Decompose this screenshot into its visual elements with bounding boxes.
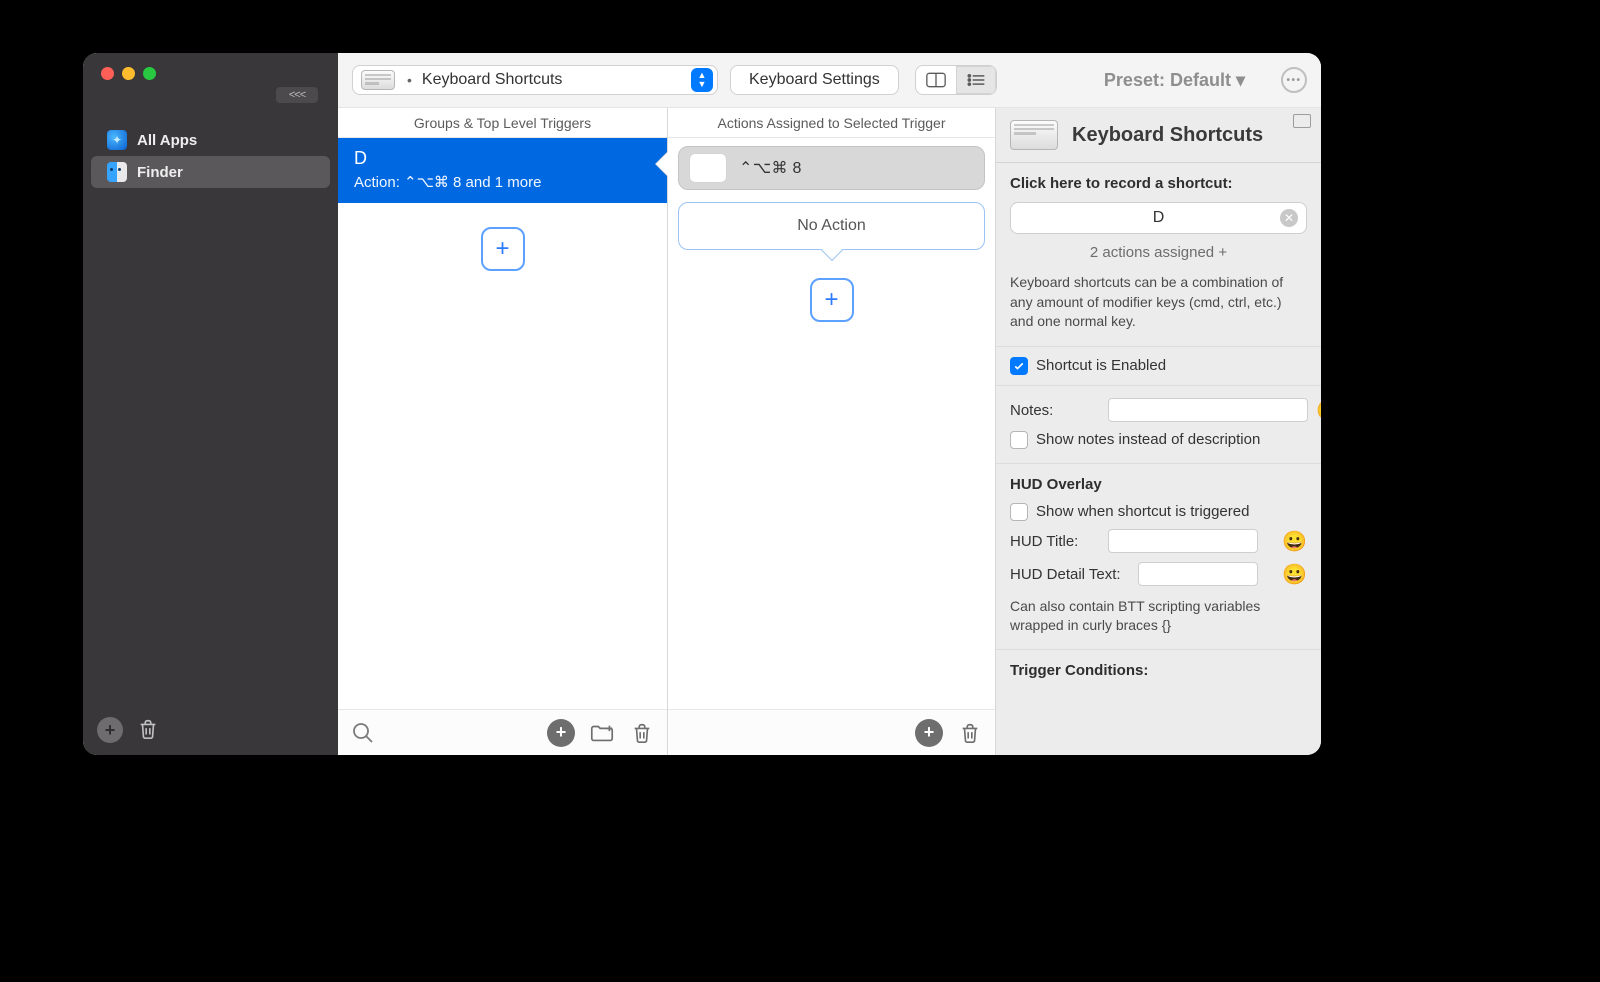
groups-footer: + [338,709,667,755]
search-button[interactable] [350,721,376,745]
window-controls [83,53,338,88]
keyboard-settings-button[interactable]: Keyboard Settings [730,65,899,95]
trigger-row[interactable]: D Action: ⌃⌥⌘ 8 and 1 more [338,138,667,203]
main-area: • Keyboard Shortcuts ▲▼ Keyboard Setting… [338,53,1321,755]
add-action-button[interactable]: + [810,278,854,322]
action-icon [689,153,727,183]
inspector-notes-section: Notes: 😀 Show notes instead of descripti… [996,386,1321,464]
hud-title-label: HUD Title: [1010,533,1100,550]
sidebar-item-all-apps[interactable]: ✦ All Apps [91,124,330,156]
finder-icon [107,162,127,182]
layout-columns-button[interactable] [916,66,956,94]
sidebar-item-finder[interactable]: Finder [91,156,330,188]
inspector-enabled-section: Shortcut is Enabled [996,347,1321,386]
recorded-key: D [1153,209,1165,227]
detach-panel-button[interactable] [1293,114,1311,128]
trigger-type-label: Keyboard Shortcuts [422,71,683,89]
sidebar-items: ✦ All Apps Finder [83,124,338,188]
delete-trigger-button[interactable] [629,721,655,745]
notes-instead-checkbox[interactable] [1010,431,1028,449]
clear-shortcut-button[interactable]: ✕ [1280,209,1298,227]
sidebar-item-label: All Apps [137,132,197,149]
bullet-icon: • [403,72,414,88]
notes-label: Notes: [1010,402,1100,419]
collapse-sidebar-button[interactable]: <<< [276,87,318,103]
emoji-picker-button[interactable]: 😀 [1282,529,1307,554]
hud-show-label: Show when shortcut is triggered [1036,503,1249,520]
hud-detail-label: HUD Detail Text: [1010,566,1130,583]
hud-detail-input[interactable] [1138,562,1258,586]
layout-list-button[interactable] [956,66,996,94]
notes-instead-label: Show notes instead of description [1036,431,1260,448]
inspector-record-section: Click here to record a shortcut: D ✕ 2 a… [996,163,1321,347]
add-group-button[interactable]: + [547,719,575,747]
trigger-type-select[interactable]: • Keyboard Shortcuts ▲▼ [352,65,718,95]
delete-action-button[interactable] [957,721,983,745]
app-window: <<< ✦ All Apps Finder + [83,53,1321,755]
add-trigger-button[interactable]: + [481,227,525,271]
sidebar: <<< ✦ All Apps Finder + [83,53,338,755]
conditions-title: Trigger Conditions: [1010,662,1307,679]
zoom-window-button[interactable] [143,67,156,80]
enabled-label: Shortcut is Enabled [1036,357,1166,374]
hud-note: Can also contain BTT scripting variables… [1010,597,1307,635]
add-action-footer-button[interactable]: + [915,719,943,747]
no-action-label: No Action [797,217,865,235]
action-row[interactable]: ⌃⌥⌘ 8 [678,146,985,190]
record-prompt: Click here to record a shortcut: [1010,175,1307,192]
actions-footer: + [668,709,995,755]
globe-icon: ✦ [107,130,127,150]
hud-section-title: HUD Overlay [1010,476,1307,493]
emoji-picker-button[interactable]: 😀 [1316,398,1321,423]
actions-column: Actions Assigned to Selected Trigger ⌃⌥⌘… [668,108,996,755]
toolbar: • Keyboard Shortcuts ▲▼ Keyboard Setting… [338,53,1321,108]
more-menu-button[interactable]: ••• [1281,67,1307,93]
groups-column-header: Groups & Top Level Triggers [338,108,667,138]
inspector-title: Keyboard Shortcuts [1072,124,1263,147]
action-label: ⌃⌥⌘ 8 [739,158,802,178]
trigger-title: D [354,148,653,169]
trigger-subtitle: Action: ⌃⌥⌘ 8 and 1 more [354,173,653,191]
sidebar-item-label: Finder [137,164,183,181]
layout-mode-segmented [915,65,997,95]
delete-app-button[interactable] [137,717,159,741]
groups-column: Groups & Top Level Triggers D Action: ⌃⌥… [338,108,668,755]
no-action-row[interactable]: No Action [678,202,985,250]
new-folder-button[interactable] [589,721,615,745]
close-window-button[interactable] [101,67,114,80]
notes-input[interactable] [1108,398,1308,422]
dropdown-stepper-icon: ▲▼ [691,68,713,92]
inspector-header: Keyboard Shortcuts [996,108,1321,163]
preset-menu[interactable]: Preset: Default ▾ [1104,70,1245,91]
add-app-button[interactable]: + [97,717,123,743]
inspector-description: Keyboard shortcuts can be a combination … [1010,273,1307,332]
inspector-panel: Keyboard Shortcuts Click here to record … [996,108,1321,755]
keyboard-icon [1010,120,1058,150]
emoji-picker-button[interactable]: 😀 [1282,562,1307,587]
hud-show-checkbox[interactable] [1010,503,1028,521]
keyboard-icon [361,70,395,90]
actions-assigned-label[interactable]: 2 actions assigned + [1010,244,1307,261]
hud-title-input[interactable] [1108,529,1258,553]
actions-column-header: Actions Assigned to Selected Trigger [668,108,995,138]
inspector-hud-section: HUD Overlay Show when shortcut is trigge… [996,464,1321,650]
shortcut-record-field[interactable]: D ✕ [1010,202,1307,234]
minimize-window-button[interactable] [122,67,135,80]
sidebar-bottom-bar: + [83,707,338,755]
columns: Groups & Top Level Triggers D Action: ⌃⌥… [338,108,1321,755]
inspector-conditions-section: Trigger Conditions: [996,650,1321,693]
enabled-checkbox[interactable] [1010,357,1028,375]
selection-pointer-icon [656,152,668,176]
